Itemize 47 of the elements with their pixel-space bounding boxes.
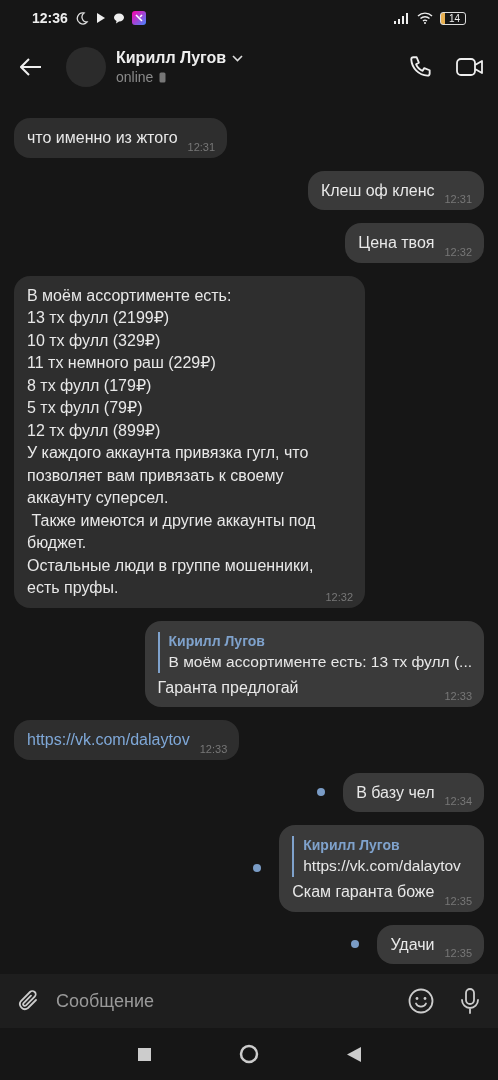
- quote-text: https://vk.com/dalaytov: [303, 856, 462, 876]
- battery-indicator: 14: [439, 11, 466, 25]
- phone-device-icon: [159, 71, 167, 83]
- message-time: 12:32: [325, 590, 353, 603]
- message-time: 12:35: [444, 894, 472, 907]
- quoted-message[interactable]: Кирилл Лугов В моём ассортименте есть: 13 тх фулл (...: [157, 631, 472, 673]
- message-text: Цена твоя: [358, 233, 435, 253]
- message-text: что именно из жтого: [27, 128, 178, 148]
- microphone-icon[interactable]: [460, 988, 480, 1014]
- wifi-icon: [416, 12, 433, 24]
- signal-icon: [393, 12, 410, 24]
- contact-name[interactable]: Кирилл Лугов: [116, 49, 227, 67]
- attach-icon[interactable]: [18, 989, 40, 1013]
- chevron-down-icon[interactable]: [232, 54, 244, 62]
- message-text: Удачи: [390, 934, 435, 955]
- quoted-message[interactable]: Кирилл Лугов https://vk.com/dalaytov: [292, 836, 472, 877]
- recents-icon[interactable]: [137, 1047, 151, 1061]
- moon-icon: [74, 11, 89, 25]
- message-text: В базу чел: [356, 782, 435, 803]
- message-composer-bar[interactable]: Сообщение: [0, 974, 498, 1028]
- quote-text: В моём ассортименте есть: 13 тх фулл (...: [168, 651, 472, 672]
- message-text: Скам гаранта боже: [292, 882, 435, 902]
- message-time: 12:34: [444, 795, 472, 807]
- back-icon[interactable]: [346, 1046, 361, 1062]
- message-text: В моём ассортименте есть: 13 тх фулл (2199₽) 10 тх фулл (329₽) 11 тх немного раш (229₽) 8 тх фулл (179₽) 5 тх фулл (79₽) 12 тх фулл (899₽) У каждого аккаунта привязка гугл, что позволяет вам привязать к своему аккаунту суперсел. Также имеются и другие аккаунты под бюджет. Остальные люди в группе мошенники, есть пруфы.: [27, 285, 316, 598]
- play-icon: [95, 12, 106, 24]
- message-text: Гаранта предлогай: [157, 677, 299, 698]
- home-icon[interactable]: [238, 1044, 259, 1064]
- back-arrow-icon[interactable]: [20, 58, 42, 76]
- message-time: 12:35: [444, 947, 472, 959]
- message-time: 12:31: [187, 140, 216, 153]
- emoji-icon[interactable]: [408, 988, 434, 1014]
- message-time: 12:32: [444, 245, 472, 258]
- video-call-icon[interactable]: [456, 56, 484, 78]
- message-link[interactable]: https://vk.com/dalaytov: [27, 729, 190, 752]
- app-icon: [131, 11, 146, 25]
- chat-icon: [112, 12, 125, 24]
- message-text: Клеш оф кленс: [320, 180, 435, 201]
- message-time: 12:31: [444, 193, 472, 205]
- quote-author: Кирилл Лугов: [168, 631, 266, 651]
- message-time: 12:33: [199, 742, 228, 755]
- status-time: 12:36: [32, 10, 68, 26]
- message-time: 12:33: [444, 690, 472, 702]
- online-status: online: [116, 69, 154, 85]
- phone-call-icon[interactable]: [408, 54, 434, 80]
- message-input[interactable]: Сообщение: [54, 989, 394, 1013]
- quote-author: Кирилл Лугов: [303, 836, 401, 855]
